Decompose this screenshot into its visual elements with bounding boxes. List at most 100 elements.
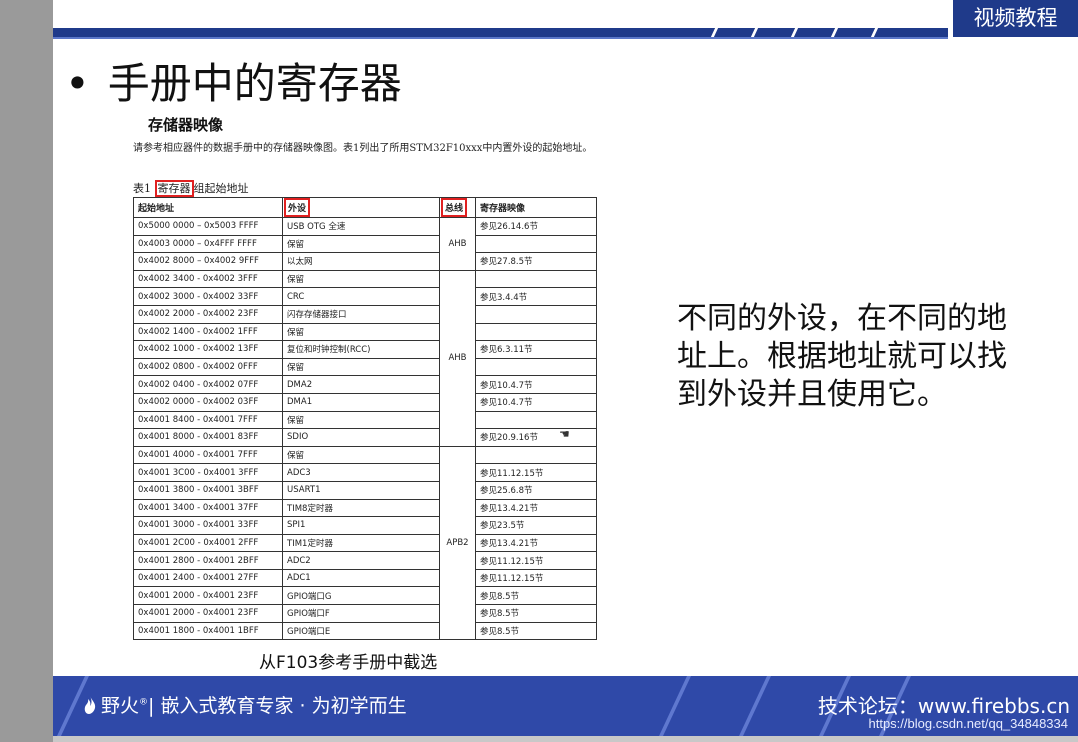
table-row: 0x4002 0000 - 0x4002 03FF DMA1 参见10.4.7节 [133,392,597,412]
hand-cursor-icon: ☚ [559,427,570,441]
footer-blog-url[interactable]: https://blog.csdn.net/qq_34848334 [869,716,1069,731]
cell-register-map [475,234,597,254]
cell-register-map: 参见8.5节 [475,621,597,640]
cell-address: 0x4002 8000 – 0x4002 9FFF [133,252,283,271]
table-row: 0x4001 2800 - 0x4001 2BFF ADC2 参见11.12.15节 [133,551,597,570]
cell-register-map: 参见10.4.7节 [475,375,597,394]
cell-register-map: 参见3.4.4节 [475,287,597,306]
table-row: 0x4002 3400 - 0x4002 3FFF 保留 AHB [133,269,597,447]
footer-brand: 野火®| 嵌入式教育专家 · 为初学而生 [83,691,407,718]
footer-forum-link[interactable]: 技术论坛：www.firebbs.cn [818,690,1070,719]
cell-register-map [475,269,597,289]
cell-peripheral: SPI1 [282,516,440,535]
cell-address: 0x4003 0000 – 0x4FFF FFFF [133,234,283,254]
table-row: 0x4001 8400 - 0x4001 7FFF 保留 [133,410,597,430]
cell-register-map: 参见11.12.15节 [475,551,597,570]
cell-peripheral: 闪存存储器接口 [282,304,440,324]
table-row: 0x4001 3C00 - 0x4001 3FFF ADC3 参见11.12.15节 [133,463,597,482]
table-row: 0x4003 0000 – 0x4FFF FFFF 保留 [133,234,597,254]
cell-peripheral: DMA2 [282,375,440,394]
cell-address: 0x4002 3400 - 0x4002 3FFF [133,269,283,289]
table-row: 0x4001 3400 - 0x4001 37FF TIM8定时器 参见13.4.2… [133,498,597,518]
cell-peripheral: ADC1 [282,568,440,588]
title-text: 手册中的寄存器 [107,59,402,108]
slide-title: • 手册中的寄存器 [65,50,402,111]
table-row: 0x4002 0400 - 0x4002 07FF DMA2 参见10.4.7节 [133,375,597,394]
cell-peripheral: TIM8定时器 [282,498,440,518]
table-row: 0x4001 2C00 - 0x4001 2FFF TIM1定时器 参见13.4.2… [133,533,597,553]
cell-peripheral: DMA1 [282,392,440,412]
cell-peripheral: USART1 [282,480,440,500]
cell-peripheral: GPIO端口E [282,621,440,640]
table-row: 0x5000 0000 – 0x5003 FFFF USB OTG 全速 AHB 参见… [133,217,597,271]
table-caption: 表1 寄存器 组起始地址 [133,180,249,197]
cell-address: 0x4002 2000 - 0x4002 23FF [133,304,283,324]
cell-register-map [475,410,597,430]
cell-register-map: 参见8.5节 [475,604,597,623]
peripheral-header-highlight: 外设 [284,198,311,217]
cell-register-map: 参见10.4.7节 [475,392,597,412]
cell-peripheral: 保留 [282,445,440,465]
cell-peripheral: 保留 [282,269,440,289]
video-tutorial-badge: 视频教程 [953,0,1078,37]
register-address-table: 起始地址 外设 总线 寄存器映像 0x5000 0000 – 0x5003 FF… [133,197,597,640]
cell-register-map: 参见13.4.21节 [475,498,597,518]
cell-address: 0x4001 4000 - 0x4001 7FFF [133,445,283,465]
explanation-note: 不同的外设，在不同的地址上。根据地址就可以找到外设并且使用它。 [677,301,1007,412]
cell-address: 0x4002 1400 - 0x4002 1FFF [133,322,283,342]
caption-prefix: 表1 [133,182,151,195]
title-bullet: • [65,59,90,108]
cell-peripheral: ADC2 [282,551,440,570]
cell-register-map: 参见25.6.8节 [475,480,597,500]
doc-heading: 存储器映像 [148,116,224,134]
table-row: 0x4002 2000 - 0x4002 23FF 闪存存储器接口 [133,304,597,324]
cell-register-map: 参见23.5节 [475,516,597,535]
cell-peripheral: SDIO [282,428,440,447]
top-bar-stripes [693,28,953,37]
cell-address: 0x4001 1800 - 0x4001 1BFF [133,621,283,640]
cell-bus: AHB [439,217,476,271]
flame-logo-icon [84,696,96,714]
cell-address: 0x4001 3C00 - 0x4001 3FFF [133,463,283,482]
cell-peripheral: 复位和时钟控制(RCC) [282,340,440,359]
doc-intro: 请参考相应器件的数据手册中的存储器映像图。表1列出了所用STM32F10xxx中… [133,143,593,154]
cell-register-map: 参见27.8.5节 [475,252,597,271]
table-row: 0x4002 8000 – 0x4002 9FFF 以太网 参见27.8.5节 [133,252,597,271]
cell-register-map [475,357,597,377]
cell-address: 0x4001 2800 - 0x4001 2BFF [133,551,283,570]
table-header-row: 起始地址 外设 总线 寄存器映像 [133,197,597,218]
slide: 视频教程 • 手册中的寄存器 存储器映像 请参考相应器件的数据手册中的存储器映像图… [53,0,1078,742]
cell-register-map [475,304,597,324]
cell-address: 0x5000 0000 – 0x5003 FFFF [133,217,283,236]
brand-mark: ® [139,697,149,708]
cell-peripheral: 保留 [282,234,440,254]
cell-address: 0x4001 2C00 - 0x4001 2FFF [133,533,283,553]
table-row: 0x4001 2000 - 0x4001 23FF GPIO端口F 参见8.5节 [133,604,597,623]
caption-highlight: 寄存器 [154,180,194,197]
caption-suffix: 组起始地址 [193,182,249,195]
table-row: 0x4002 0800 - 0x4002 0FFF 保留 [133,357,597,377]
table-row: 0x4001 3000 - 0x4001 33FF SPI1 参见23.5节 [133,516,597,535]
bus-header-highlight: 总线 [441,198,468,217]
cell-address: 0x4002 1000 - 0x4002 13FF [133,340,283,359]
table-row: 0x4002 1400 - 0x4002 1FFF 保留 [133,322,597,342]
table-row: 0x4002 1000 - 0x4002 13FF 复位和时钟控制(RCC) 参见6… [133,340,597,359]
cell-register-map: 参见11.12.15节 [475,568,597,588]
table-row: 0x4001 2000 - 0x4001 23FF GPIO端口G 参见8.5节 [133,586,597,606]
cell-bus: AHB [439,269,476,447]
top-rule [53,37,948,39]
cell-register-map: 参见8.5节 [475,586,597,606]
cell-peripheral: 保留 [282,357,440,377]
bottom-strip [53,736,1078,742]
cell-register-map: 参见6.3.11节 [475,340,597,359]
cell-peripheral: 保留 [282,410,440,430]
brand-tagline: | 嵌入式教育专家 · 为初学而生 [148,695,407,717]
col-header-register-map: 寄存器映像 [475,197,597,218]
cell-peripheral: 以太网 [282,252,440,271]
table-row: 0x4001 4000 - 0x4001 7FFF 保留 APB2 [133,445,597,640]
cell-peripheral: USB OTG 全速 [282,217,440,236]
cell-register-map: 参见26.14.6节 [475,217,597,236]
table-row: 0x4002 3000 - 0x4002 33FF CRC 参见3.4.4节 [133,287,597,306]
cell-address: 0x4001 3800 - 0x4001 3BFF [133,480,283,500]
cell-peripheral: GPIO端口G [282,586,440,606]
